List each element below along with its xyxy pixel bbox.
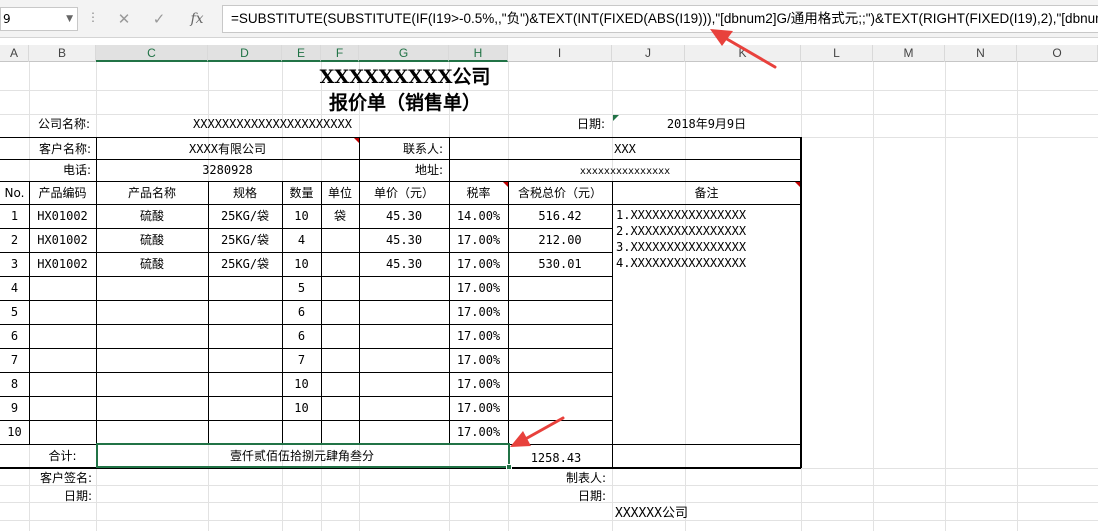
red-arrow-icon bbox=[510, 416, 565, 447]
spreadsheet-app: 9 ▼ ⋮ ✕ ✓ fx =SUBSTITUTE(SUBSTITUTE(IF(I… bbox=[0, 0, 1098, 531]
red-arrow-icon bbox=[710, 29, 777, 69]
annotation-arrows bbox=[510, 29, 777, 447]
